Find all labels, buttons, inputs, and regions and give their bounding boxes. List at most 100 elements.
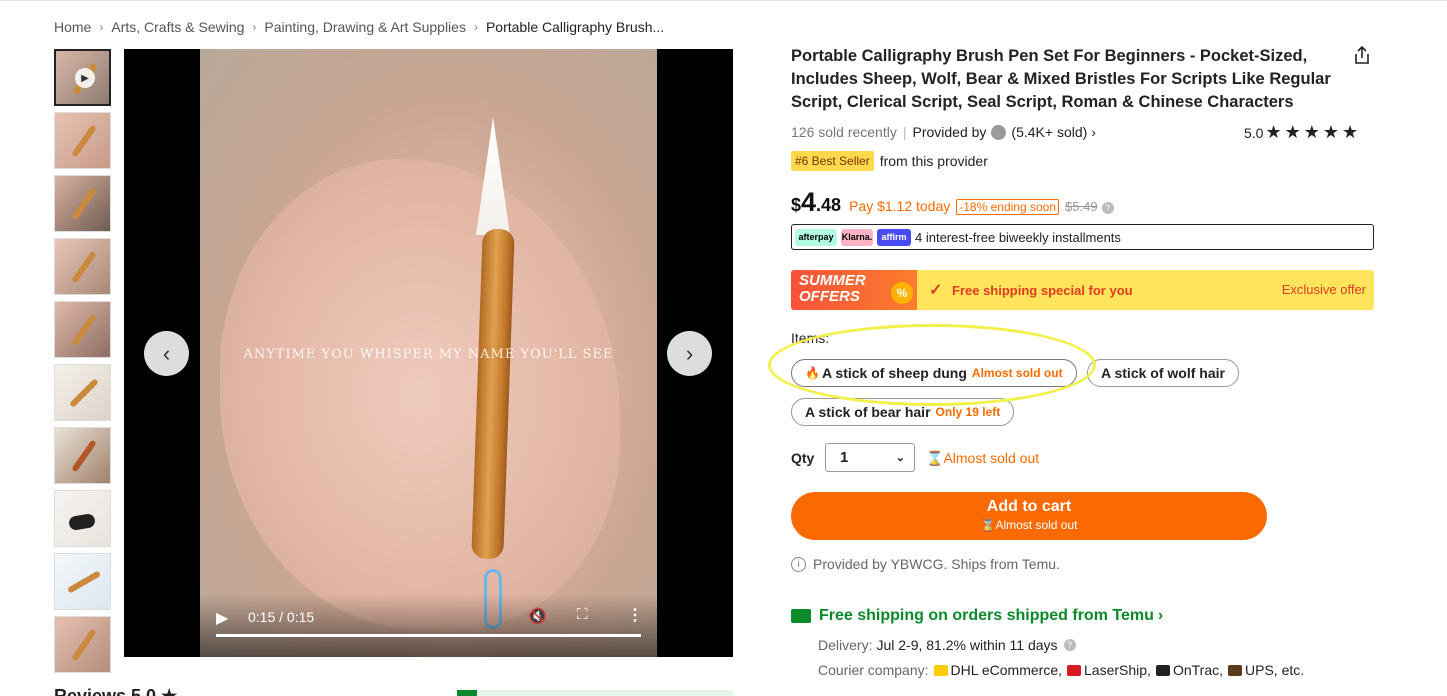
carrier-name: UPS, etc. [1245, 662, 1305, 678]
question-icon[interactable]: ? [1101, 202, 1114, 214]
thumbnail-image[interactable] [54, 427, 111, 484]
item-option-label: A stick of bear hair [805, 404, 931, 420]
video-progress-bar[interactable] [216, 634, 641, 637]
carrier-name: LaserShip, [1084, 662, 1151, 678]
quantity-warning: ⌛Almost sold out [926, 450, 1039, 467]
best-seller-row: #6 Best Seller from this provider [791, 151, 988, 171]
delivery-line: Delivery: Jul 2-9, 81.2% within 11 days … [818, 637, 1076, 653]
item-option-sheep[interactable]: 🔥 A stick of sheep dung Almost sold out [791, 359, 1077, 387]
chevron-left-icon: ‹ [162, 340, 171, 366]
original-price: $5.49 [1065, 199, 1098, 214]
summer-offers-logo: SUMMER OFFERS % [791, 270, 917, 310]
summer-line-1: SUMMER [799, 272, 866, 289]
divider: | [902, 124, 907, 140]
chevron-right-icon: › [685, 340, 694, 366]
courier-line: Courier company: DHL eCommerce, LaserShi… [818, 662, 1304, 678]
info-icon: i [791, 556, 806, 572]
thumbnail-image[interactable] [54, 112, 111, 169]
discount-badge: -18% ending soon [956, 199, 1060, 215]
quantity-value: 1 [840, 449, 849, 466]
seller-sold-count[interactable]: (5.4K+ sold) [1011, 124, 1087, 140]
delivery-label: Delivery: [818, 637, 873, 653]
share-icon[interactable] [1352, 45, 1372, 65]
items-label: Items: [791, 330, 830, 346]
quantity-warning-text: Almost sold out [943, 450, 1040, 466]
next-media-button[interactable]: › [667, 331, 712, 376]
chevron-right-icon: › [99, 20, 104, 34]
product-rating[interactable]: 5.0 ★★★★★ [1244, 122, 1361, 143]
carrier-ontrac: OnTrac, [1155, 662, 1223, 678]
summer-line-2: OFFERS [799, 288, 860, 305]
thumbnail-image[interactable] [54, 364, 111, 421]
breadcrumb-home[interactable]: Home [54, 19, 91, 35]
reviews-heading: Reviews 5.0 ★ [54, 686, 178, 696]
delivery-value: Jul 2-9, 81.2% within 11 days [876, 637, 1058, 653]
carrier-lasership: LaserShip, [1067, 662, 1151, 678]
thumbnail-image[interactable] [54, 175, 111, 232]
breadcrumb-painting[interactable]: Painting, Drawing & Art Supplies [264, 19, 466, 35]
thumbnail-image[interactable] [54, 238, 111, 295]
summer-offers-banner[interactable]: SUMMER OFFERS % ✓ Free shipping special … [791, 270, 1374, 310]
thumbnail-image[interactable] [54, 553, 111, 610]
chevron-right-icon: › [1157, 607, 1164, 624]
provided-by-text: Provided by YBWCG. Ships from Temu. [813, 556, 1060, 572]
afterpay-logo: afterpay [795, 228, 837, 246]
mute-icon[interactable]: 🔇 [528, 607, 547, 625]
chevron-right-icon: › [252, 20, 257, 34]
price-row: $ 4 .48 Pay $1.12 today -18% ending soon… [791, 187, 1114, 218]
add-to-cart-label: Add to cart [986, 498, 1072, 515]
fullscreen-icon[interactable]: ⛶ [577, 606, 588, 623]
free-shipping-line[interactable]: Free shipping on orders shipped from Tem… [791, 607, 1163, 625]
thumbnail-video[interactable]: ▶ [54, 49, 111, 106]
video-controls: ▶ 0:15 / 0:15 🔇 ⛶ ⋮ [200, 594, 657, 657]
hourglass-icon: ⌛ [980, 518, 996, 532]
video-time: 0:15 / 0:15 [248, 609, 315, 625]
star-rating-icon: ★★★★★ [1265, 122, 1362, 142]
free-shipping-text: Free shipping on orders shipped from Tem… [819, 607, 1154, 624]
top-border [0, 0, 1447, 5]
seller-avatar[interactable] [991, 124, 1007, 140]
ontrac-logo [1155, 664, 1170, 676]
question-icon[interactable]: ? [1063, 639, 1076, 651]
add-to-cart-sub: ⌛Almost sold out [791, 518, 1267, 532]
klarna-logo: Klarna. [841, 228, 873, 246]
truck-icon [791, 609, 811, 623]
chevron-right-icon[interactable]: › [1091, 124, 1096, 140]
installments-banner[interactable]: afterpay Klarna. affirm 4 interest-free … [791, 224, 1374, 250]
quantity-select[interactable]: 1 ⌄ [825, 443, 915, 472]
sales-meta: 126 sold recently | Provided by (5.4K+ s… [791, 124, 1096, 140]
sold-recently: 126 sold recently [791, 124, 897, 140]
play-icon[interactable]: ▶ [216, 608, 228, 628]
hourglass-icon: ⌛ [926, 450, 944, 466]
product-video-player[interactable]: ANYTIME YOU WHISPER MY NAME YOU'LL SEE ‹… [124, 49, 733, 657]
chevron-down-icon: ⌄ [895, 452, 905, 464]
more-options-icon[interactable]: ⋮ [627, 605, 643, 625]
breadcrumb-arts-crafts[interactable]: Arts, Crafts & Sewing [111, 19, 244, 35]
best-seller-badge[interactable]: #6 Best Seller [791, 151, 874, 171]
add-to-cart-button[interactable]: Add to cart ⌛Almost sold out [791, 492, 1267, 540]
thumbnail-image[interactable] [54, 490, 111, 547]
video-overlay-text: ANYTIME YOU WHISPER MY NAME YOU'LL SEE [243, 347, 614, 362]
thumbnail-image[interactable] [54, 616, 111, 673]
price-currency: $ [791, 195, 802, 215]
thumbnail-list: ▶ [54, 49, 112, 679]
installments-text: 4 interest-free biweekly installments [915, 229, 1121, 245]
previous-media-button[interactable]: ‹ [144, 331, 189, 376]
fire-icon: 🔥 [805, 366, 820, 380]
play-icon: ▶ [75, 68, 95, 88]
item-option-bear[interactable]: A stick of bear hair Only 19 left [791, 398, 1015, 426]
product-title: Portable Calligraphy Brush Pen Set For B… [791, 47, 1331, 111]
brush-tip [476, 117, 510, 235]
review-bar-peek [457, 690, 733, 696]
carrier-name: DHL eCommerce, [950, 662, 1063, 678]
qty-label: Qty [791, 450, 815, 466]
provided-by-line: i Provided by YBWCG. Ships from Temu. [791, 556, 1060, 572]
breadcrumb-current: Portable Calligraphy Brush... [485, 19, 665, 35]
carrier-dhl: DHL eCommerce, [933, 662, 1063, 678]
carrier-ups: UPS, etc. [1228, 662, 1304, 678]
price-integer: 4 [801, 187, 817, 217]
courier-label: Courier company: [818, 662, 929, 678]
item-option-wolf[interactable]: A stick of wolf hair [1087, 359, 1239, 387]
provided-by-label: Provided by [912, 124, 987, 140]
thumbnail-image[interactable] [54, 301, 111, 358]
